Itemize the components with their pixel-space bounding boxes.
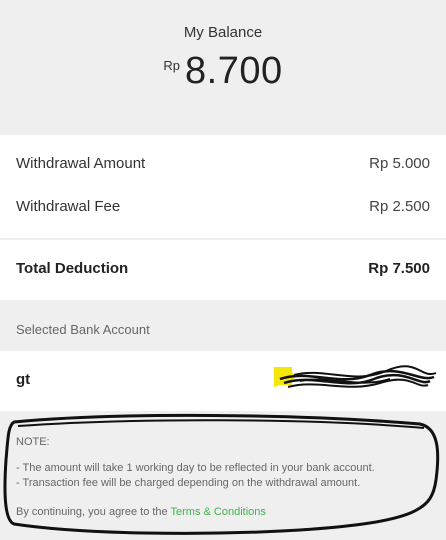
bank-account-card[interactable]: gt <box>0 351 446 411</box>
selected-bank-label: Selected Bank Account <box>16 322 150 337</box>
note-section: NOTE: - The amount will take 1 working d… <box>16 435 436 491</box>
terms-prefix: By continuing, you agree to the <box>16 506 168 518</box>
balance-currency: Rp <box>163 58 181 73</box>
terms-notice: By continuing, you agree to the Terms & … <box>16 506 266 518</box>
note-line-2: - Transaction fee will be charged depend… <box>16 477 361 489</box>
note-line-1: - The amount will take 1 working day to … <box>16 462 375 474</box>
total-deduction-row: Total Deduction Rp 7.500 <box>16 260 430 277</box>
withdrawal-fee-row: Withdrawal Fee Rp 2.500 <box>16 198 430 215</box>
total-deduction-label: Total Deduction <box>16 260 129 277</box>
balance-header: My Balance Rp 8.700 <box>0 0 446 135</box>
note-title: NOTE: <box>16 436 50 448</box>
withdrawal-amount-value: Rp 5.000 <box>369 155 430 172</box>
withdrawal-details-card: Withdrawal Amount Rp 5.000 Withdrawal Fe… <box>0 135 446 238</box>
redacted-account-scribble <box>274 365 437 388</box>
withdrawal-fee-value: Rp 2.500 <box>369 198 430 215</box>
total-deduction-card: Total Deduction Rp 7.500 <box>0 240 446 300</box>
balance-title: My Balance <box>183 24 263 41</box>
bank-account-name: gt <box>16 371 31 388</box>
withdrawal-amount-row: Withdrawal Amount Rp 5.000 <box>16 155 430 172</box>
withdrawal-fee-label: Withdrawal Fee <box>16 198 121 215</box>
total-deduction-value: Rp 7.500 <box>368 260 430 277</box>
withdrawal-amount-label: Withdrawal Amount <box>16 155 146 172</box>
balance-amount: Rp 8.700 <box>0 50 446 93</box>
terms-link[interactable]: Terms & Conditions <box>171 506 266 518</box>
balance-value: 8.700 <box>185 50 283 92</box>
